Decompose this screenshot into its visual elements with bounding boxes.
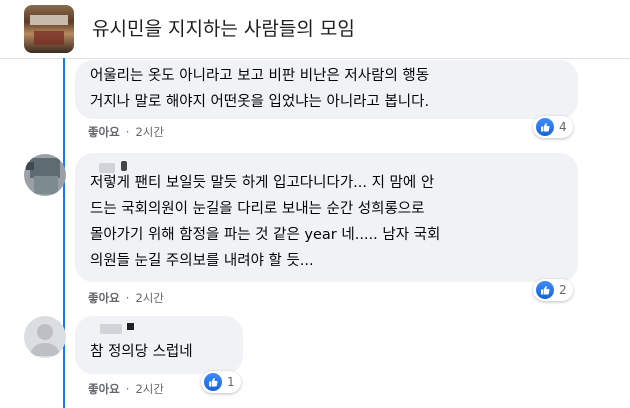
timestamp[interactable]: 2시간 (135, 382, 163, 396)
timestamp[interactable]: 2시간 (135, 291, 163, 305)
default-avatar-icon (30, 324, 60, 356)
avatar-detail (34, 176, 58, 194)
comment-text-line: 저렇게 팬티 보일듯 말듯 하게 입고다니다가... 지 맘에 안 (90, 175, 435, 191)
reaction-number: 1 (227, 375, 235, 389)
timestamp[interactable]: 2시간 (135, 125, 163, 139)
comment-actions: 좋아요 · 2시간 (88, 381, 164, 397)
group-header: 유시민을 지지하는 사람들의 모임 (0, 0, 630, 59)
group-avatar-detail (30, 15, 68, 25)
separator: · (125, 382, 130, 396)
avatar-detail (26, 162, 34, 170)
like-button[interactable]: 좋아요 (88, 382, 120, 396)
comment-text-line: 의원들 눈길 주의보를 내려야 할 듯... (90, 253, 314, 269)
reaction-number: 4 (559, 120, 567, 134)
author-name-redacted (121, 161, 127, 171)
comment-actions: 좋아요 · 2시간 (88, 124, 164, 140)
comment-text-line: 어울리는 옷도 아니라고 보고 비판 비난은 저사람의 행동 (90, 68, 430, 84)
comment-bubble: 참 정의당 스럽네 (75, 316, 243, 374)
group-avatar[interactable] (24, 5, 74, 53)
comment-text-line: 몰아가기 위해 함정을 파는 것 같은 year 네..... 남자 국회 (90, 227, 441, 243)
like-icon (536, 281, 554, 299)
reaction-count[interactable]: 4 (533, 116, 573, 138)
author-name-redacted[interactable] (99, 163, 115, 173)
reaction-number: 2 (559, 283, 567, 297)
reaction-count[interactable]: 2 (533, 279, 573, 301)
comment-text-line: 드는 국회의원이 눈길을 다리로 보내는 순간 성희롱으로 (90, 201, 425, 217)
avatar-detail (30, 158, 60, 178)
author-name-redacted[interactable] (100, 324, 122, 334)
group-title[interactable]: 유시민을 지지하는 사람들의 모임 (92, 14, 355, 41)
reaction-count[interactable]: 1 (201, 371, 241, 393)
avatar[interactable] (24, 154, 66, 196)
like-button[interactable]: 좋아요 (88, 291, 120, 305)
group-avatar-detail (34, 31, 64, 45)
separator: · (125, 125, 130, 139)
comment-text-line: 참 정의당 스럽네 (90, 344, 193, 360)
thread-rule (63, 58, 65, 408)
comment-bubble: 저렇게 팬티 보일듯 말듯 하게 입고다니다가... 지 맘에 안 드는 국회의… (75, 153, 578, 282)
like-button[interactable]: 좋아요 (88, 125, 120, 139)
comment-bubble: 어울리는 옷도 아니라고 보고 비판 비난은 저사람의 행동 거지나 말로 해야… (75, 60, 578, 119)
like-icon (204, 373, 222, 391)
author-name-redacted (127, 323, 134, 330)
separator: · (125, 291, 130, 305)
avatar[interactable] (24, 316, 66, 358)
comment-actions: 좋아요 · 2시간 (88, 290, 164, 306)
like-icon (536, 118, 554, 136)
comment-text-line: 거지나 말로 해야지 어떤옷을 입었냐는 아니라고 봅니다. (90, 94, 430, 110)
